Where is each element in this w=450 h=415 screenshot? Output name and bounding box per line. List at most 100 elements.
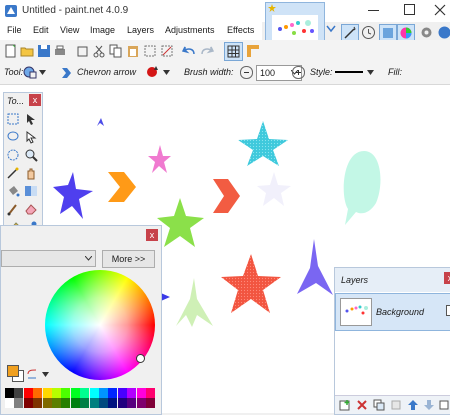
palette-swatch[interactable]	[127, 388, 136, 398]
zoom-icon[interactable]	[24, 148, 38, 162]
menu-adjustments[interactable]: Adjustments	[165, 25, 215, 35]
help-icon[interactable]	[437, 25, 450, 40]
palette-swatch[interactable]	[108, 398, 117, 408]
line-style-chevron-icon[interactable]	[367, 70, 374, 75]
tool-dropdown-chevron-icon[interactable]	[39, 70, 46, 75]
maximize-button[interactable]	[404, 4, 415, 15]
draw-fill-mode-icon[interactable]	[145, 65, 159, 79]
palette-swatch[interactable]	[118, 388, 127, 398]
palette-swatch[interactable]	[24, 388, 33, 398]
paint-bucket-icon[interactable]	[6, 184, 20, 198]
palette-swatch[interactable]	[33, 388, 42, 398]
primary-secondary-swatch[interactable]	[7, 365, 23, 381]
eraser-icon[interactable]	[24, 202, 38, 216]
layer-properties-icon[interactable]	[438, 399, 450, 411]
open-folder-icon[interactable]	[20, 44, 34, 58]
rectangle-select-icon[interactable]	[6, 112, 20, 126]
grid-toggle-button[interactable]	[224, 42, 243, 61]
fill-mode-chevron-icon[interactable]	[163, 70, 170, 75]
ellipse-select-icon[interactable]	[6, 148, 20, 162]
palette-swatch[interactable]	[5, 388, 14, 398]
chevron-down-icon[interactable]	[326, 25, 336, 33]
layer-row-background[interactable]: Background	[335, 293, 450, 331]
redo-icon[interactable]	[200, 44, 214, 58]
settings-gear-icon[interactable]	[419, 25, 434, 40]
palette-swatch[interactable]	[146, 398, 155, 408]
cut-icon[interactable]	[92, 44, 106, 58]
menu-layers[interactable]: Layers	[127, 25, 154, 35]
color-mode-dropdown[interactable]	[1, 250, 96, 267]
move-layer-down-icon[interactable]	[423, 399, 435, 411]
close-button[interactable]	[434, 4, 446, 16]
more-colors-button[interactable]: More >>	[102, 250, 155, 268]
palette-swatch[interactable]	[90, 388, 99, 398]
color-wheel[interactable]	[45, 270, 155, 380]
palette-swatch[interactable]	[71, 398, 80, 408]
move-selected-icon[interactable]	[24, 112, 38, 126]
save-icon[interactable]	[37, 44, 51, 58]
move-layer-up-icon[interactable]	[407, 399, 419, 411]
crop-icon[interactable]	[75, 44, 89, 58]
layer-visibility-checkbox[interactable]	[446, 305, 450, 316]
duplicate-layer-icon[interactable]	[373, 399, 385, 411]
brush-width-increase-button[interactable]	[292, 66, 305, 79]
magic-wand-tool-icon[interactable]	[6, 166, 20, 180]
tools-panel-close-button[interactable]: x	[29, 94, 41, 106]
palette-swatch[interactable]	[43, 398, 52, 408]
palette-swatch[interactable]	[137, 388, 146, 398]
primary-color-swatch[interactable]	[7, 365, 19, 377]
palette-swatch[interactable]	[33, 398, 42, 408]
palette-menu-chevron-icon[interactable]	[42, 372, 49, 377]
menu-view[interactable]: View	[60, 25, 79, 35]
print-icon[interactable]	[53, 44, 67, 58]
palette-swatch[interactable]	[118, 398, 127, 408]
palette-swatch[interactable]	[52, 398, 61, 408]
deselect-icon[interactable]	[160, 44, 174, 58]
brush-width-decrease-button[interactable]	[240, 66, 253, 79]
shape-name[interactable]: Chevron arrow	[77, 67, 136, 77]
palette-swatch[interactable]	[146, 388, 155, 398]
lasso-select-icon[interactable]	[6, 130, 20, 144]
menu-effects[interactable]: Effects	[227, 25, 254, 35]
pan-icon[interactable]	[24, 166, 38, 180]
crop-to-selection-icon[interactable]	[143, 44, 157, 58]
palette-swatch[interactable]	[108, 388, 117, 398]
gradient-icon[interactable]	[24, 184, 38, 198]
delete-layer-icon[interactable]	[356, 399, 368, 411]
copy-icon[interactable]	[109, 44, 123, 58]
palette-swatch[interactable]	[99, 398, 108, 408]
color-wheel-handle[interactable]	[136, 354, 145, 363]
palette-swatch[interactable]	[127, 398, 136, 408]
palette-swatch[interactable]	[80, 388, 89, 398]
move-selection-icon[interactable]	[24, 130, 38, 144]
palette-swatch[interactable]	[71, 388, 80, 398]
palette-swatch[interactable]	[43, 388, 52, 398]
menu-image[interactable]: Image	[90, 25, 115, 35]
minimize-button[interactable]	[368, 10, 379, 11]
palette-swatch[interactable]	[80, 398, 89, 408]
palette-swatch[interactable]	[61, 398, 70, 408]
palette-swatch[interactable]	[5, 398, 14, 408]
history-icon[interactable]	[361, 25, 376, 40]
shapes-tool-icon[interactable]	[23, 65, 37, 79]
colors-panel-close-button[interactable]: x	[146, 229, 158, 241]
swap-colors-icon[interactable]	[26, 368, 38, 380]
line-style-preview[interactable]	[335, 71, 363, 73]
add-layer-icon[interactable]	[339, 399, 351, 411]
paste-icon[interactable]	[126, 44, 140, 58]
palette-swatch[interactable]	[99, 388, 108, 398]
palette-swatch[interactable]	[24, 398, 33, 408]
paintbrush-icon[interactable]	[6, 202, 20, 216]
menu-file[interactable]: File	[7, 25, 22, 35]
palette-swatch[interactable]	[14, 398, 23, 408]
palette-swatch[interactable]	[52, 388, 61, 398]
undo-icon[interactable]	[182, 44, 196, 58]
chevron-arrow-shape-icon[interactable]	[59, 66, 73, 80]
palette-swatch[interactable]	[14, 388, 23, 398]
menu-edit[interactable]: Edit	[33, 25, 49, 35]
palette-swatch[interactable]	[90, 398, 99, 408]
palette-swatch[interactable]	[61, 388, 70, 398]
merge-layer-icon[interactable]	[390, 399, 402, 411]
ruler-icon[interactable]	[246, 44, 260, 58]
layers-panel-close-button[interactable]: x	[444, 272, 450, 284]
